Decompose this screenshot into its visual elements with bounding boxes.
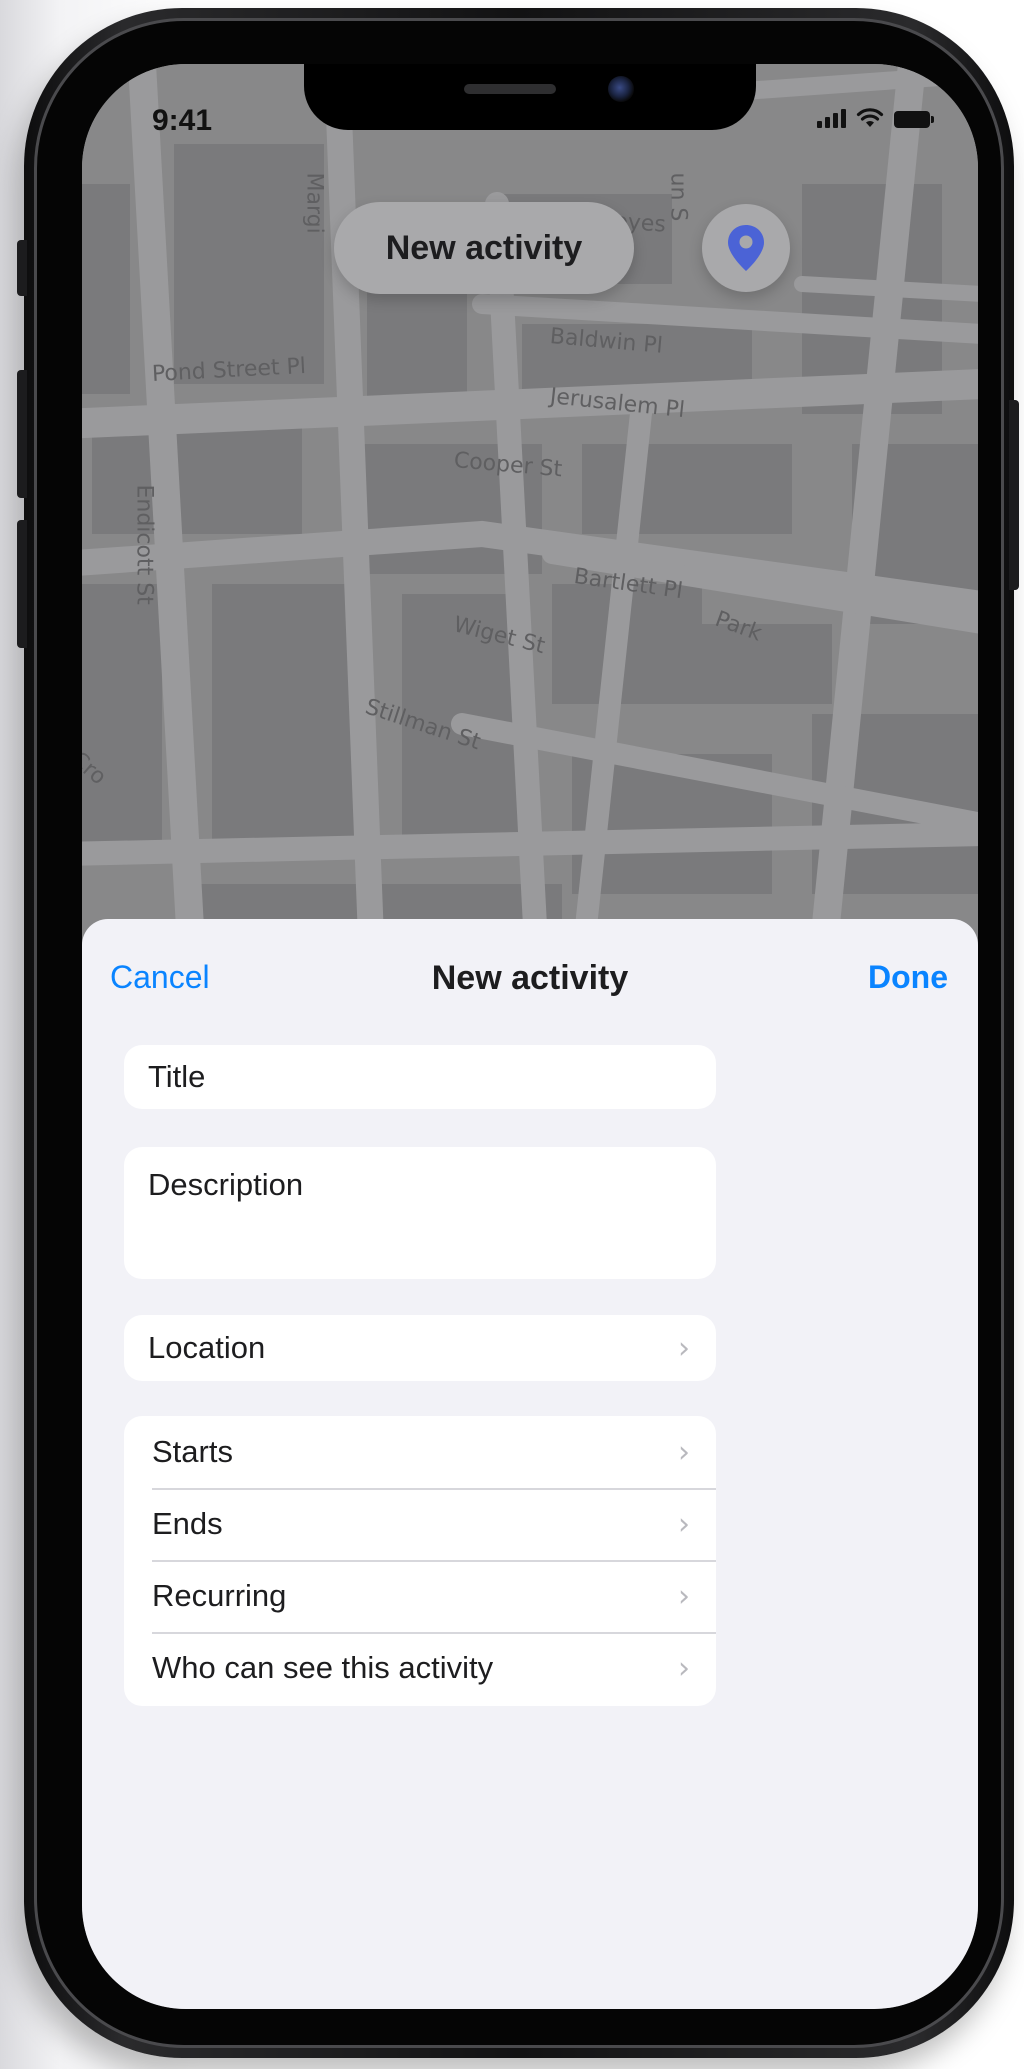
recurring-row[interactable]: Recurring › xyxy=(124,1560,716,1632)
map-streets xyxy=(82,64,978,964)
chevron-right-icon: › xyxy=(678,1578,690,1614)
status-time: 9:41 xyxy=(152,104,213,137)
title-field-label: Title xyxy=(148,1059,206,1094)
chevron-right-icon: › xyxy=(678,1434,690,1470)
description-field[interactable]: Description xyxy=(124,1147,716,1279)
chevron-right-icon: › xyxy=(678,1330,690,1366)
activity-settings-card: Starts › Ends › Recurring › Who can see … xyxy=(124,1416,716,1706)
visibility-row-label: Who can see this activity xyxy=(152,1650,494,1685)
recurring-row-label: Recurring xyxy=(152,1578,287,1613)
new-activity-sheet: Cancel New activity Done Title Descripti… xyxy=(82,919,978,2009)
location-button[interactable] xyxy=(702,204,790,292)
front-camera xyxy=(608,76,634,102)
page: Margi Noyes un S Baldwin Pl Pond Street … xyxy=(0,0,1024,2069)
done-button[interactable]: Done xyxy=(868,959,948,996)
map-pin-icon xyxy=(728,225,764,271)
signal-icon xyxy=(817,108,846,128)
wifi-icon xyxy=(856,108,884,127)
description-field-label: Description xyxy=(148,1167,304,1202)
starts-row[interactable]: Starts › xyxy=(124,1416,716,1488)
sheet-nav-bar: Cancel New activity Done xyxy=(82,919,978,1019)
street-label: Endicott St xyxy=(131,484,157,605)
starts-row-label: Starts xyxy=(152,1434,233,1469)
status-icons xyxy=(817,108,934,128)
volume-down-button xyxy=(17,520,27,648)
phone-screen: Margi Noyes un S Baldwin Pl Pond Street … xyxy=(82,64,978,2009)
sheet-title: New activity xyxy=(431,959,629,997)
ends-row-label: Ends xyxy=(152,1506,223,1541)
volume-up-button xyxy=(17,370,27,498)
location-card: Location › xyxy=(124,1315,716,1381)
map-view[interactable]: Margi Noyes un S Baldwin Pl Pond Street … xyxy=(82,64,978,964)
power-button xyxy=(1009,400,1019,590)
location-row[interactable]: Location › xyxy=(124,1315,716,1381)
notch xyxy=(304,64,756,130)
chevron-right-icon: › xyxy=(678,1506,690,1542)
speaker-grille xyxy=(464,84,556,94)
mute-switch xyxy=(17,240,27,296)
street-label: un S xyxy=(665,172,691,222)
battery-icon xyxy=(894,111,934,128)
title-field[interactable]: Title xyxy=(124,1045,716,1109)
visibility-row[interactable]: Who can see this activity › xyxy=(124,1632,716,1704)
street-label: Margi xyxy=(301,172,327,234)
ends-row[interactable]: Ends › xyxy=(124,1488,716,1560)
chevron-right-icon: › xyxy=(678,1650,690,1686)
map-title-pill[interactable]: New activity xyxy=(334,202,634,294)
location-row-label: Location xyxy=(148,1330,266,1365)
